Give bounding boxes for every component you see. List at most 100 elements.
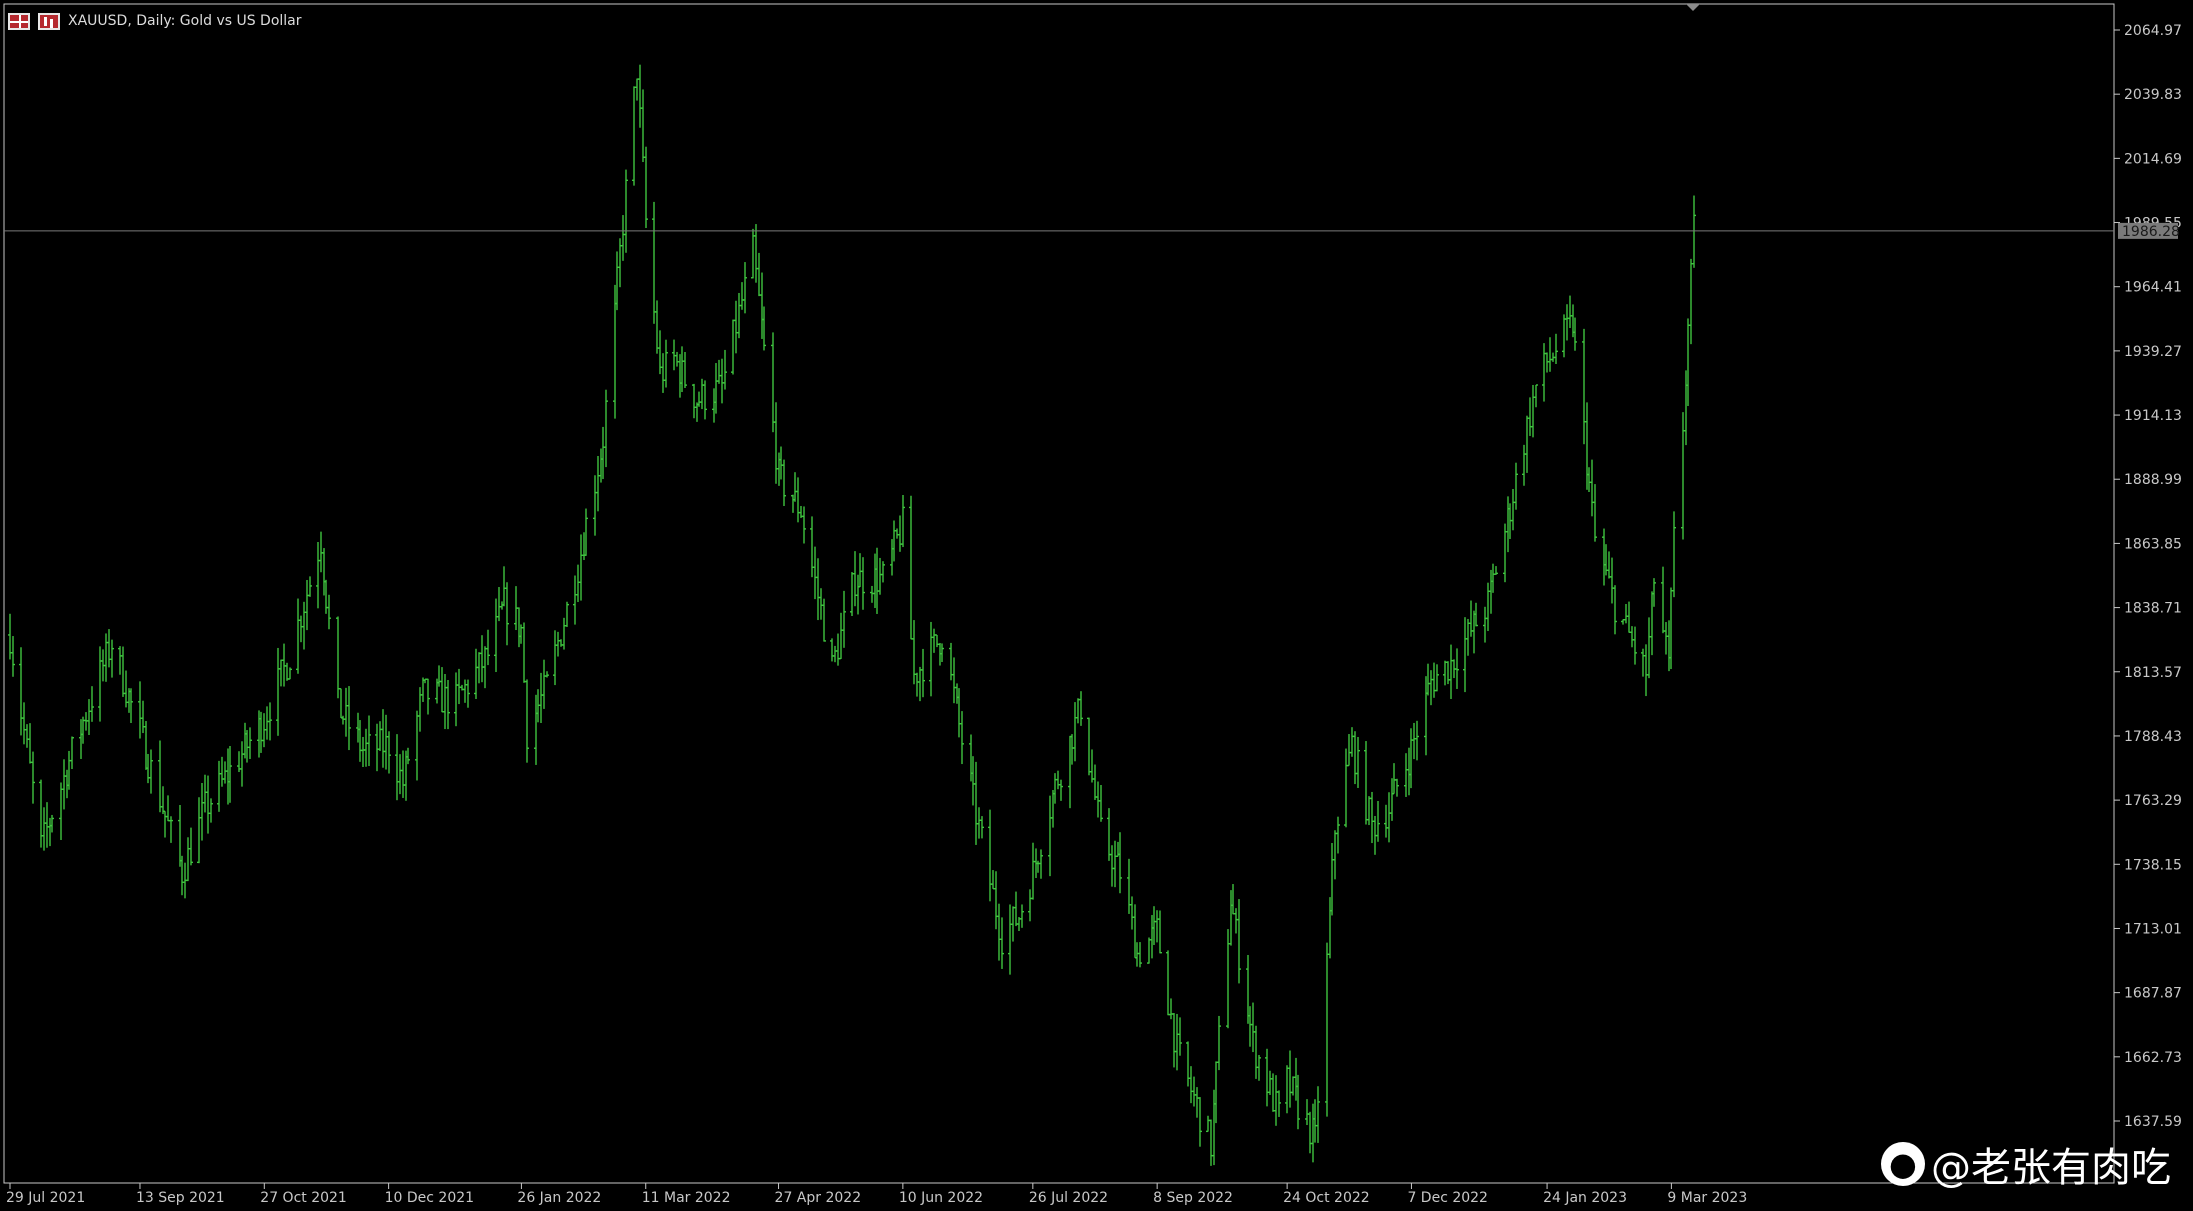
price-bar bbox=[1554, 333, 1558, 364]
y-tick-label: 2014.69 bbox=[2124, 151, 2182, 167]
price-bar bbox=[1627, 601, 1631, 633]
price-bar bbox=[1257, 1054, 1261, 1081]
price-bar bbox=[918, 666, 922, 702]
price-bar bbox=[1514, 462, 1518, 510]
price-bar bbox=[1011, 906, 1015, 942]
x-tick-label: 10 Dec 2021 bbox=[385, 1190, 474, 1206]
price-bar bbox=[296, 598, 300, 674]
price-bar bbox=[217, 760, 221, 812]
price-bar bbox=[1333, 830, 1337, 880]
price-bar bbox=[1169, 998, 1173, 1020]
price-bar bbox=[994, 871, 998, 930]
price-bar bbox=[1254, 1025, 1258, 1079]
price-bar bbox=[418, 687, 422, 732]
price-bar bbox=[31, 751, 35, 804]
price-bar bbox=[45, 802, 49, 848]
price-bar bbox=[200, 783, 204, 841]
price-chart[interactable]: 2064.972039.832014.691989.551964.411939.… bbox=[0, 0, 2193, 1211]
price-bar bbox=[743, 262, 747, 314]
price-bar bbox=[1237, 899, 1241, 984]
price-bar bbox=[1455, 648, 1459, 689]
y-tick-label: 1788.43 bbox=[2124, 729, 2182, 745]
price-bar bbox=[107, 629, 111, 668]
price-bar bbox=[62, 759, 66, 810]
price-bar bbox=[1483, 606, 1487, 643]
price-bar bbox=[1593, 484, 1597, 542]
price-bar bbox=[1463, 617, 1467, 693]
price-bar bbox=[878, 557, 882, 595]
price-bar bbox=[579, 534, 583, 601]
price-bar bbox=[384, 714, 388, 770]
price-bar bbox=[1647, 617, 1651, 679]
y-tick-label: 1863.85 bbox=[2124, 536, 2182, 552]
price-bar bbox=[1432, 662, 1436, 698]
price-bar bbox=[316, 542, 320, 609]
chart-shift-marker[interactable] bbox=[1686, 4, 1700, 11]
price-bar bbox=[672, 339, 676, 371]
price-bar bbox=[565, 601, 569, 627]
chart-window[interactable]: XAUUSD, Daily: Gold vs US Dollar 2064.97… bbox=[0, 0, 2193, 1211]
price-bar bbox=[830, 638, 834, 662]
price-bar bbox=[1624, 603, 1628, 624]
bid-price-label: 1986.28 bbox=[2122, 224, 2180, 240]
price-bar bbox=[621, 215, 625, 261]
price-bar bbox=[279, 659, 283, 687]
price-bar bbox=[1449, 644, 1453, 700]
price-bar bbox=[1172, 1013, 1176, 1068]
price-bar bbox=[169, 816, 173, 843]
price-bar bbox=[664, 339, 668, 388]
price-bar bbox=[819, 588, 823, 620]
price-bar bbox=[731, 319, 735, 375]
x-tick-label: 26 Jan 2022 bbox=[517, 1190, 601, 1206]
price-bar bbox=[1271, 1073, 1275, 1112]
price-bar bbox=[839, 612, 843, 660]
price-bar bbox=[265, 706, 269, 740]
price-bar bbox=[935, 634, 939, 648]
price-bar bbox=[692, 383, 696, 419]
price-bar bbox=[898, 515, 902, 552]
price-bar bbox=[1008, 904, 1012, 975]
x-tick-label: 24 Jan 2023 bbox=[1543, 1190, 1627, 1206]
x-tick-label: 11 Mar 2022 bbox=[642, 1190, 731, 1206]
price-bar bbox=[1370, 791, 1374, 844]
price-bar bbox=[70, 736, 74, 770]
price-bar bbox=[810, 516, 814, 578]
x-tick-label: 29 Jul 2021 bbox=[6, 1190, 85, 1206]
price-bar bbox=[1093, 764, 1097, 800]
price-bar bbox=[737, 292, 741, 339]
price-bar bbox=[1565, 304, 1569, 341]
price-bar bbox=[553, 630, 557, 686]
price-bar bbox=[782, 459, 786, 507]
price-bar bbox=[1443, 660, 1447, 686]
price-bar bbox=[842, 590, 846, 648]
price-bar bbox=[1079, 691, 1083, 726]
price-bar bbox=[387, 731, 391, 774]
price-bar bbox=[1429, 670, 1433, 706]
price-bar bbox=[562, 617, 566, 650]
price-bar bbox=[305, 579, 309, 631]
y-tick-label: 1687.87 bbox=[2124, 986, 2182, 1002]
y-tick-label: 1738.15 bbox=[2124, 857, 2182, 873]
price-bar bbox=[163, 810, 167, 838]
price-bar bbox=[1110, 845, 1114, 887]
price-bar bbox=[367, 715, 371, 767]
price-bar bbox=[440, 667, 444, 713]
y-tick-label: 1713.01 bbox=[2124, 921, 2182, 937]
price-bar bbox=[1265, 1048, 1269, 1107]
price-bar bbox=[952, 657, 956, 704]
price-bar bbox=[220, 756, 224, 787]
price-bar bbox=[545, 671, 549, 678]
price-bar bbox=[1525, 415, 1529, 473]
price-bar bbox=[401, 750, 405, 798]
price-bar bbox=[1175, 1013, 1179, 1071]
x-tick-label: 27 Oct 2021 bbox=[260, 1190, 347, 1206]
price-bar bbox=[1285, 1065, 1289, 1114]
price-bar bbox=[1384, 804, 1388, 838]
price-bar bbox=[483, 646, 487, 689]
price-bar bbox=[166, 795, 170, 822]
price-bar bbox=[1531, 384, 1535, 438]
price-bar bbox=[1206, 1115, 1210, 1133]
price-bar bbox=[206, 775, 210, 834]
price-bar bbox=[474, 648, 478, 699]
price-bar bbox=[1644, 644, 1648, 697]
